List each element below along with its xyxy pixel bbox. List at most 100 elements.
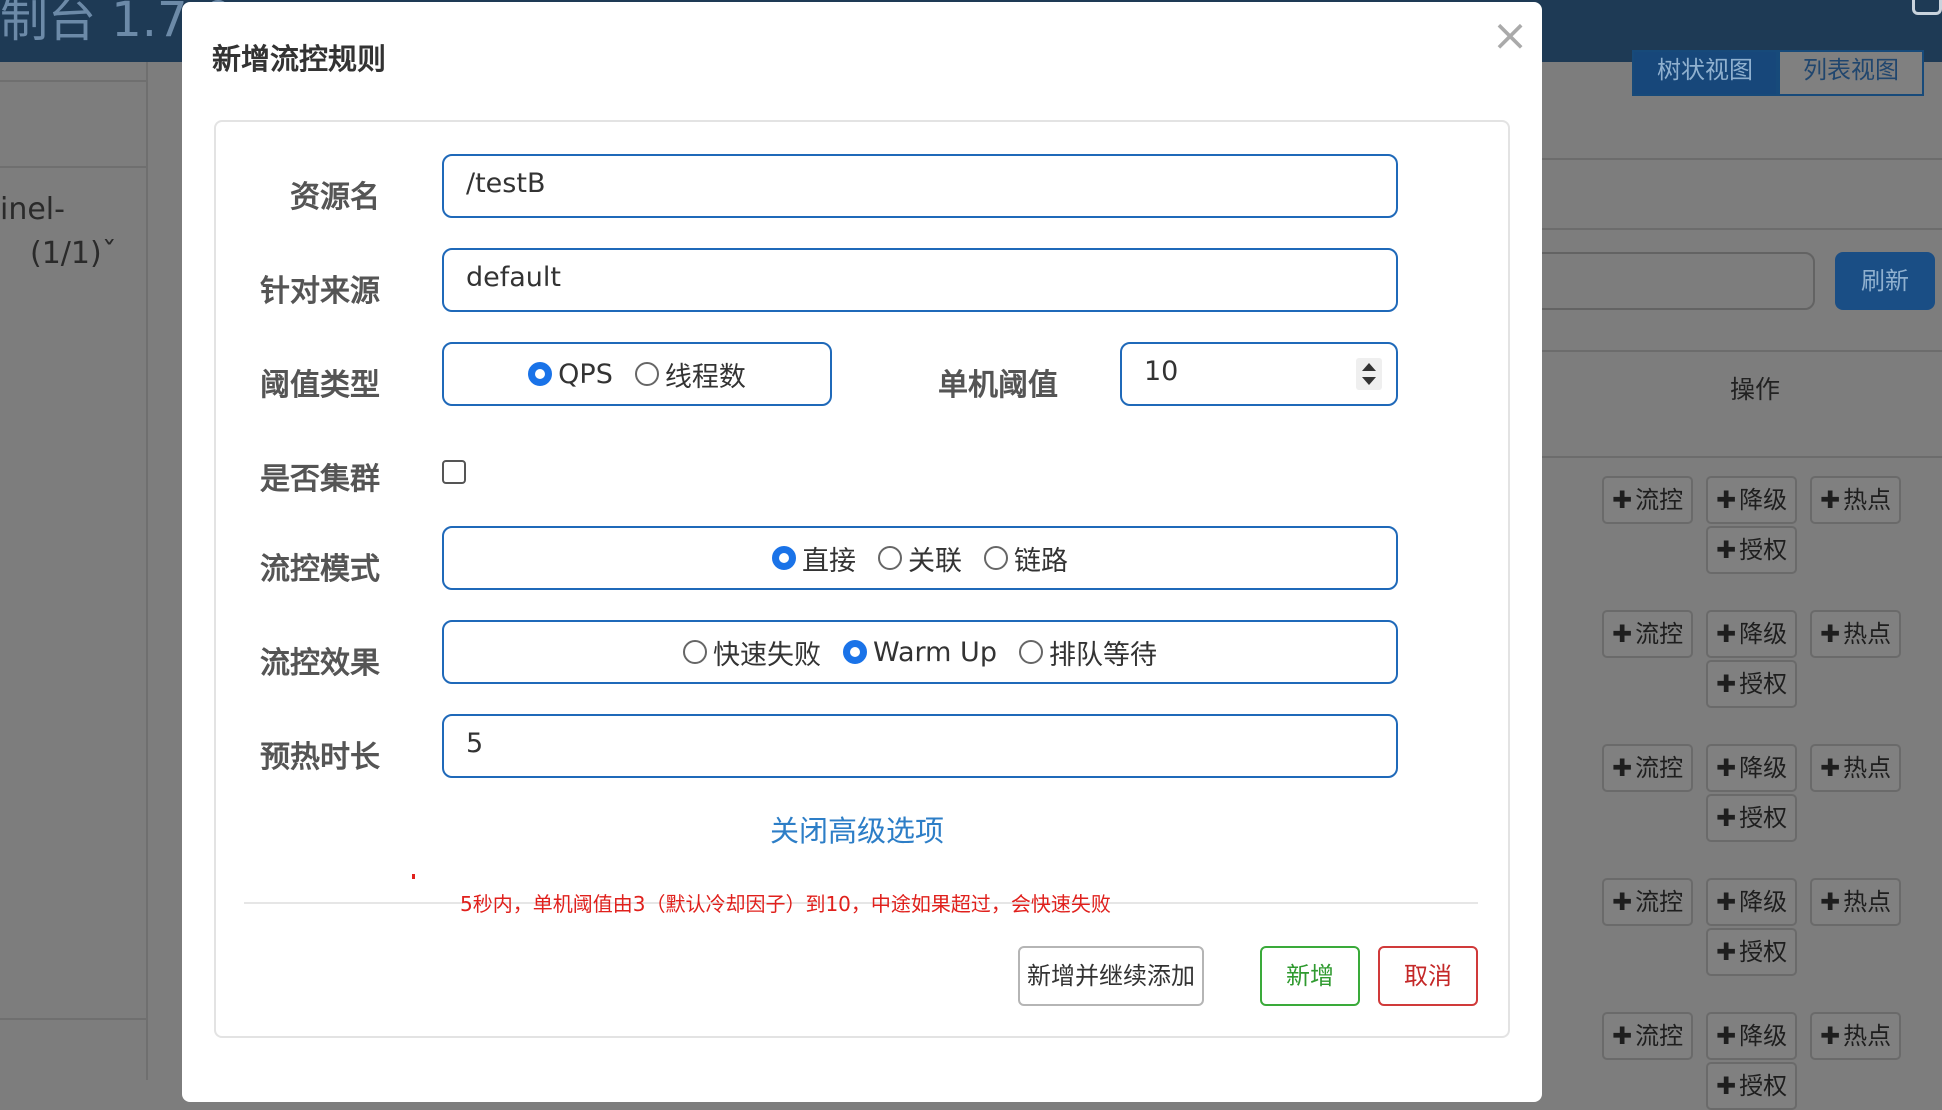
resource-value: /testB xyxy=(466,168,546,199)
sidebar-divider xyxy=(0,166,146,168)
sidebar-divider xyxy=(0,80,146,82)
threshold-label: 单机阈值 xyxy=(938,368,1058,403)
row-flow-button[interactable]: ✚ 流控 xyxy=(1602,878,1694,926)
add-and-continue-button[interactable]: 新增并继续添加 xyxy=(1018,946,1204,1006)
plus-icon: ✚ xyxy=(1716,804,1737,832)
row-flow-button[interactable]: ✚ 流控 xyxy=(1602,476,1694,524)
refresh-button[interactable]: 刷新 xyxy=(1835,252,1935,310)
strategy-label: 流控模式 xyxy=(260,552,380,587)
window-icon xyxy=(1912,0,1942,15)
row-hotspot-button[interactable]: ✚ 热点 xyxy=(1810,610,1902,658)
plus-icon: ✚ xyxy=(1716,620,1737,648)
origin-value: default xyxy=(466,262,562,293)
tab-list-view[interactable]: 列表视图 xyxy=(1778,50,1924,96)
table-divider xyxy=(1540,456,1942,458)
row-authority-button[interactable]: ✚ 授权 xyxy=(1706,526,1798,574)
plus-icon: ✚ xyxy=(1716,754,1737,782)
tab-tree-view[interactable]: 树状视图 xyxy=(1632,50,1778,96)
radio-unchecked-icon xyxy=(878,546,902,570)
plus-icon: ✚ xyxy=(1716,1022,1737,1050)
row-degrade-button[interactable]: ✚ 降级 xyxy=(1706,1012,1798,1060)
plus-icon: ✚ xyxy=(1716,670,1737,698)
add-button[interactable]: 新增 xyxy=(1260,946,1360,1006)
row-authority-button[interactable]: ✚ 授权 xyxy=(1706,660,1798,708)
cancel-button[interactable]: 取消 xyxy=(1378,946,1478,1006)
grade-option-qps[interactable]: QPS xyxy=(528,359,613,390)
search-input[interactable] xyxy=(1510,252,1815,310)
row-degrade-button[interactable]: ✚ 降级 xyxy=(1706,744,1798,792)
row-hotspot-button[interactable]: ✚ 热点 xyxy=(1810,476,1902,524)
table-divider xyxy=(1540,350,1942,352)
dialog-title: 新增流控规则 xyxy=(212,42,387,76)
resource-label: 资源名 xyxy=(290,180,380,215)
radio-unchecked-icon xyxy=(634,362,659,386)
radio-unchecked-icon xyxy=(984,546,1008,570)
radio-unchecked-icon xyxy=(683,640,708,664)
plus-icon: ✚ xyxy=(1612,620,1633,648)
effect-option-fast-fail[interactable]: 快速失败 xyxy=(683,633,821,672)
row-hotspot-button[interactable]: ✚ 热点 xyxy=(1810,744,1902,792)
content-divider xyxy=(1540,158,1942,160)
row-hotspot-button[interactable]: ✚ 热点 xyxy=(1810,1012,1902,1060)
sidebar-app-count[interactable]: (1/1)ˇ xyxy=(30,236,117,271)
row-authority-button[interactable]: ✚ 授权 xyxy=(1706,794,1798,842)
threshold-input[interactable]: 10 xyxy=(1120,342,1398,406)
row-flow-button[interactable]: ✚ 流控 xyxy=(1602,1012,1694,1060)
row-authority-button[interactable]: ✚ 授权 xyxy=(1706,928,1798,976)
radio-checked-icon xyxy=(528,362,553,386)
toggle-advanced-link[interactable]: 关闭高级选项 xyxy=(770,808,944,850)
row-authority-button[interactable]: ✚ 授权 xyxy=(1706,1062,1798,1110)
sidebar-divider xyxy=(0,1018,146,1020)
row-degrade-button[interactable]: ✚ 降级 xyxy=(1706,610,1798,658)
sidebar-border xyxy=(146,62,148,1080)
plus-icon: ✚ xyxy=(1716,888,1737,916)
grade-label: 阈值类型 xyxy=(260,368,380,403)
plus-icon: ✚ xyxy=(1612,1022,1633,1050)
chevron-down-icon: ˇ xyxy=(101,236,117,271)
plus-icon: ✚ xyxy=(1716,486,1737,514)
plus-icon: ✚ xyxy=(1716,1072,1737,1100)
effect-radio-group: 快速失败 Warm Up 排队等待 xyxy=(442,620,1398,684)
strategy-radio-group: 直接 关联 链路 xyxy=(442,526,1398,590)
plus-icon: ✚ xyxy=(1716,938,1737,966)
radio-checked-icon xyxy=(772,546,796,570)
resource-input[interactable]: /testB xyxy=(442,154,1398,218)
plus-icon: ✚ xyxy=(1820,754,1841,782)
number-stepper-icon[interactable] xyxy=(1356,358,1382,390)
row-hotspot-button[interactable]: ✚ 热点 xyxy=(1810,878,1902,926)
row-flow-button[interactable]: ✚ 流控 xyxy=(1602,744,1694,792)
origin-input[interactable]: default xyxy=(442,248,1398,312)
row-flow-button[interactable]: ✚ 流控 xyxy=(1602,610,1694,658)
row-degrade-button[interactable]: ✚ 降级 xyxy=(1706,878,1798,926)
cluster-checkbox[interactable] xyxy=(442,460,466,484)
effect-option-queue[interactable]: 排队等待 xyxy=(1018,633,1157,672)
plus-icon: ✚ xyxy=(1612,754,1633,782)
warmup-label: 预热时长 xyxy=(260,740,380,775)
row-degrade-button[interactable]: ✚ 降级 xyxy=(1706,476,1798,524)
strategy-option-direct[interactable]: 直接 xyxy=(772,539,856,578)
radio-unchecked-icon xyxy=(1018,640,1043,664)
plus-icon: ✚ xyxy=(1820,888,1841,916)
grade-option-thread[interactable]: 线程数 xyxy=(634,355,746,394)
annotation-mark xyxy=(412,874,415,879)
strategy-option-chain[interactable]: 链路 xyxy=(984,539,1068,578)
warmup-value: 5 xyxy=(466,728,484,759)
close-icon[interactable]: × xyxy=(1490,14,1530,58)
plus-icon: ✚ xyxy=(1612,486,1633,514)
annotation-note: 5秒内，单机阈值由3（默认冷却因子）到10，中途如果超过，会快速失败 xyxy=(460,892,1111,916)
grade-radio-group: QPS 线程数 xyxy=(442,342,832,406)
plus-icon: ✚ xyxy=(1612,888,1633,916)
add-flow-rule-dialog: 新增流控规则 × 资源名 /testB 针对来源 default 阈值类型 QP… xyxy=(182,2,1542,1102)
sidebar-app-name[interactable]: inel- xyxy=(0,192,65,227)
strategy-option-relate[interactable]: 关联 xyxy=(878,539,962,578)
effect-option-warm-up[interactable]: Warm Up xyxy=(843,637,997,668)
origin-label: 针对来源 xyxy=(260,274,380,309)
warmup-input[interactable]: 5 xyxy=(442,714,1398,778)
content-divider xyxy=(1540,228,1942,230)
radio-checked-icon xyxy=(843,640,868,664)
threshold-value: 10 xyxy=(1144,356,1179,387)
plus-icon: ✚ xyxy=(1820,486,1841,514)
ops-column-header: 操作 xyxy=(1730,375,1781,404)
effect-label: 流控效果 xyxy=(260,646,380,681)
plus-icon: ✚ xyxy=(1820,1022,1841,1050)
